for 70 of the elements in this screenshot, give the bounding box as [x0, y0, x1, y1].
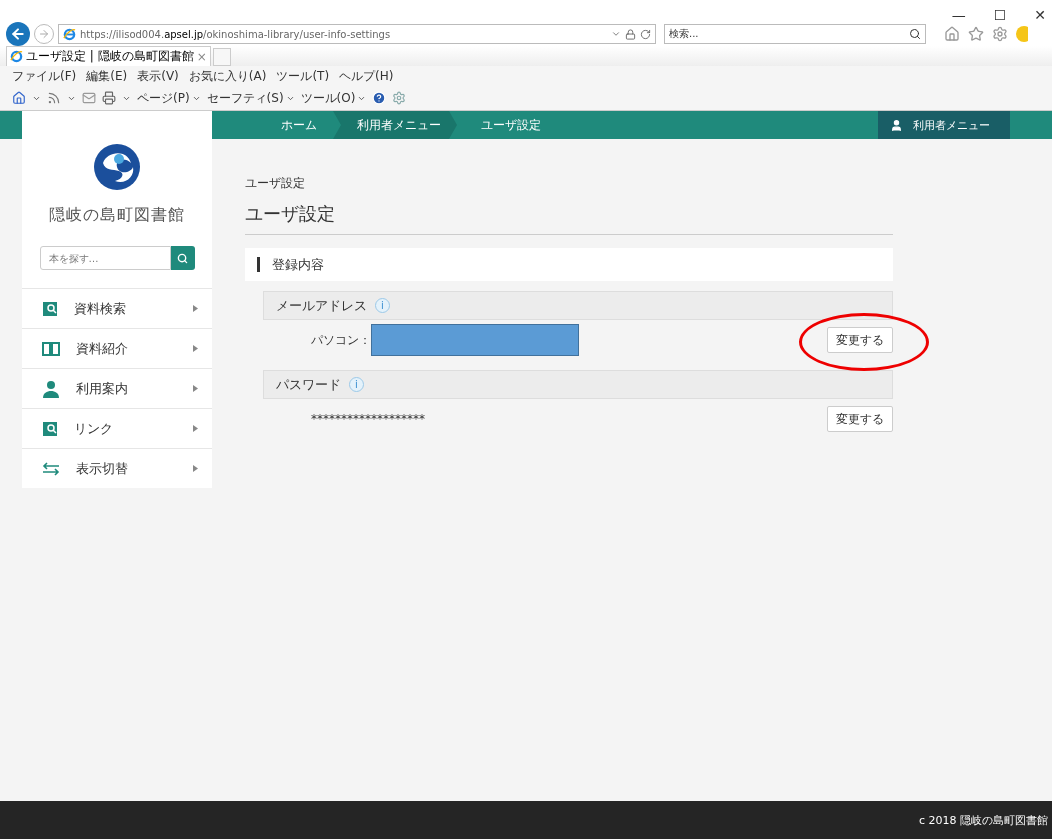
copyright-text: c 2018 隠岐の島町図書館 [918, 812, 1048, 828]
breadcrumb-link[interactable]: 利用者メニュー [333, 111, 457, 139]
arrow-right-icon [38, 28, 50, 40]
sidebar-nav-item[interactable]: 資料紹介 [22, 328, 212, 368]
change-button[interactable]: 変更する [827, 406, 893, 432]
feed-icon[interactable] [47, 91, 61, 105]
breadcrumb-link[interactable]: ホーム [213, 111, 333, 139]
search-button[interactable] [170, 246, 195, 270]
menu-item[interactable]: お気に入り(A) [188, 67, 267, 85]
maximize-button[interactable]: ☐ [993, 8, 1007, 22]
sidebar-nav-item[interactable]: 表示切替 [22, 448, 212, 488]
field-header: メールアドレス i [263, 291, 893, 320]
field-label: パソコン： [311, 331, 371, 349]
mail-icon[interactable] [82, 91, 96, 105]
home-icon[interactable] [944, 26, 960, 42]
menu-item[interactable]: ツール(T) [276, 67, 330, 85]
home-icon[interactable] [12, 91, 26, 105]
page-breadcrumb: ユーザ設定 [245, 175, 306, 192]
search-icon [909, 28, 921, 40]
field-header: パスワード i [263, 370, 893, 399]
person-icon [42, 379, 60, 398]
command-menu[interactable]: セーフティ(S) [206, 89, 295, 107]
search-icon [177, 252, 188, 264]
caret-icon [193, 345, 198, 352]
lock-icon [625, 28, 636, 40]
search-book-icon [42, 420, 58, 437]
browser-logo-icon [63, 27, 76, 41]
sidebar-nav-item[interactable]: 資料検索 [22, 288, 212, 328]
settings-icon[interactable] [992, 26, 1008, 42]
tab-close[interactable]: × [196, 49, 207, 64]
field-value: ******************* [311, 412, 425, 426]
printer-icon[interactable] [102, 91, 116, 105]
help-icon[interactable] [372, 91, 387, 105]
minimize-button[interactable]: — [951, 8, 966, 22]
menu-item[interactable]: ヘルプ(H) [339, 67, 394, 85]
search-book-icon [42, 300, 58, 317]
browser-tab[interactable]: ユーザ設定 | 隠岐の島町図書館 × [6, 46, 211, 66]
caret-icon [193, 385, 198, 392]
section-header: 登録内容 [245, 248, 893, 281]
back-button[interactable] [6, 22, 30, 46]
address-bar[interactable]: https://ilisod004.apsel.jp/okinoshima-library/user-info-settings [58, 24, 656, 44]
library-name: 隠岐の島町図書館 [49, 205, 185, 226]
menu-item[interactable]: ファイル(F) [12, 67, 77, 85]
user-icon [890, 118, 903, 132]
caret-icon [193, 305, 198, 312]
breadcrumb-link[interactable]: ユーザ設定 [457, 111, 557, 139]
user-menu-button[interactable]: 利用者メニュー [878, 111, 1010, 139]
book-search-field[interactable]: 本を探す… [39, 246, 171, 270]
swap-arrows-icon [42, 461, 60, 476]
menu-item[interactable]: 編集(E) [86, 67, 128, 85]
settings-icon[interactable] [392, 91, 407, 105]
caret-icon [193, 425, 198, 432]
url-text: https://ilisod004.apsel.jp/okinoshima-library/user-info-settings [80, 28, 392, 40]
browser-search-field[interactable]: 検索... [664, 24, 926, 44]
browser-logo-icon [10, 50, 23, 63]
dropdown-icon [611, 29, 621, 39]
menu-item[interactable]: 表示(V) [137, 67, 179, 85]
caret-icon [193, 465, 198, 472]
sidebar-nav-item[interactable]: 利用案内 [22, 368, 212, 408]
library-logo [93, 143, 141, 191]
book-icon [42, 341, 60, 356]
star-icon[interactable] [968, 26, 984, 42]
change-button[interactable]: 変更する [827, 327, 893, 353]
close-button[interactable]: ✕ [1034, 8, 1046, 22]
refresh-icon [640, 28, 651, 40]
page-title: ユーザ設定 [245, 202, 893, 235]
sidebar-nav-item[interactable]: リンク [22, 408, 212, 448]
command-menu[interactable]: ツール(O) [300, 89, 367, 107]
command-menu[interactable]: ページ(P) [137, 89, 201, 107]
tab-title: ユーザ設定 | 隠岐の島町図書館 [26, 48, 194, 65]
